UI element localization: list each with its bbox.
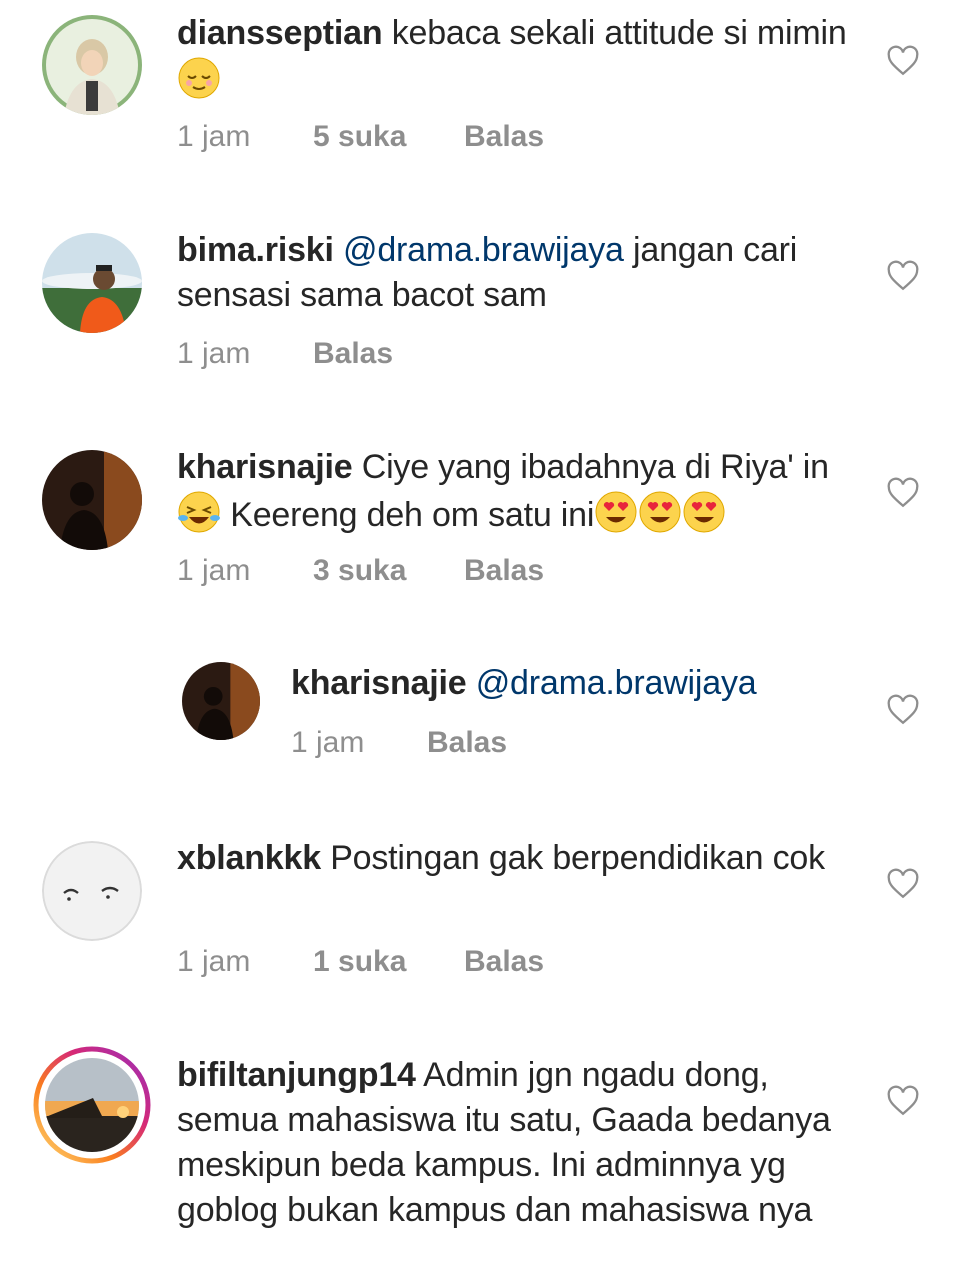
comment-body: kebaca sekali attitude si mimin	[391, 14, 847, 52]
avatar[interactable]	[42, 15, 142, 115]
comment-time: 1 jam	[177, 945, 251, 978]
comment-username[interactable]: diansseptian	[177, 14, 383, 52]
comment-text: diansseptian kebaca sekali attitude si m…	[177, 11, 857, 104]
comment-text: bifiltanjungp14 Admin jgn ngadu dong, se…	[177, 1053, 867, 1233]
avatar[interactable]	[42, 450, 142, 550]
comment-text: bima.riski @drama.brawijaya jangan cari …	[177, 228, 857, 318]
heart-outline-icon[interactable]	[886, 476, 920, 510]
reply-item: kharisnajie @drama.brawijaya 1 jam Balas	[0, 650, 979, 810]
comment-item: kharisnajie Ciye yang ibadahnya di Riya'…	[0, 434, 979, 634]
comment-likes[interactable]: 1 suka	[313, 945, 464, 979]
comment-text: xblankkk Postingan gak berpendidikan cok	[177, 836, 857, 881]
comment-item: diansseptian kebaca sekali attitude si m…	[0, 0, 979, 200]
comment-meta: 1 jam Balas	[291, 726, 507, 760]
reply-button[interactable]: Balas	[464, 554, 544, 588]
heart-outline-icon[interactable]	[886, 867, 920, 901]
comment-meta: 1 jam 5 suka Balas	[177, 120, 544, 154]
comment-time: 1 jam	[291, 726, 365, 759]
comment-username[interactable]: kharisnajie	[177, 448, 353, 486]
heart-outline-icon[interactable]	[886, 259, 920, 293]
comment-item: bima.riski @drama.brawijaya jangan cari …	[0, 217, 979, 417]
avatar[interactable]	[42, 233, 142, 333]
comment-meta: 1 jam 1 suka Balas	[177, 945, 544, 979]
comment-text: kharisnajie Ciye yang ibadahnya di Riya'…	[177, 445, 867, 538]
heart-outline-icon[interactable]	[886, 1084, 920, 1118]
comment-meta: 1 jam Balas	[177, 337, 393, 371]
comment-mention[interactable]: @drama.brawijaya	[476, 664, 757, 702]
relieved-face-emoji	[177, 56, 221, 100]
comment-username[interactable]: xblankkk	[177, 839, 321, 877]
comment-body: Postingan gak berpendidikan cok	[330, 839, 825, 877]
reply-button[interactable]: Balas	[427, 726, 507, 760]
heart-eyes-emoji	[682, 490, 726, 534]
comment-text: kharisnajie @drama.brawijaya	[291, 661, 851, 706]
comment-username[interactable]: bifiltanjungp14	[177, 1056, 416, 1094]
comment-time: 1 jam	[177, 120, 251, 153]
comment-mention[interactable]: @drama.brawijaya	[343, 231, 624, 269]
avatar[interactable]	[182, 662, 260, 740]
reply-button[interactable]: Balas	[464, 120, 544, 154]
comment-item: xblankkk Postingan gak berpendidikan cok…	[0, 825, 979, 1025]
comment-likes[interactable]: 5 suka	[313, 120, 464, 154]
heart-eyes-emoji	[638, 490, 682, 534]
reply-button[interactable]: Balas	[313, 337, 393, 371]
comment-likes[interactable]: 3 suka	[313, 554, 464, 588]
comment-meta: 1 jam 3 suka Balas	[177, 554, 544, 588]
comment-username[interactable]: bima.riski	[177, 231, 334, 269]
tears-of-joy-emoji	[177, 490, 221, 534]
comment-time: 1 jam	[177, 554, 251, 587]
reply-button[interactable]: Balas	[464, 945, 544, 979]
avatar[interactable]	[42, 841, 142, 941]
comment-item: bifiltanjungp14 Admin jgn ngadu dong, se…	[0, 1042, 979, 1280]
comment-body: Ciye yang ibadahnya di Riya' in	[361, 448, 829, 486]
avatar-with-story-ring[interactable]	[33, 1046, 151, 1164]
comment-body-continued: Keereng deh om satu ini	[230, 496, 595, 534]
comment-time: 1 jam	[177, 337, 251, 370]
heart-outline-icon[interactable]	[886, 693, 920, 727]
heart-outline-icon[interactable]	[886, 44, 920, 78]
heart-eyes-emoji	[594, 490, 638, 534]
comment-username[interactable]: kharisnajie	[291, 664, 467, 702]
